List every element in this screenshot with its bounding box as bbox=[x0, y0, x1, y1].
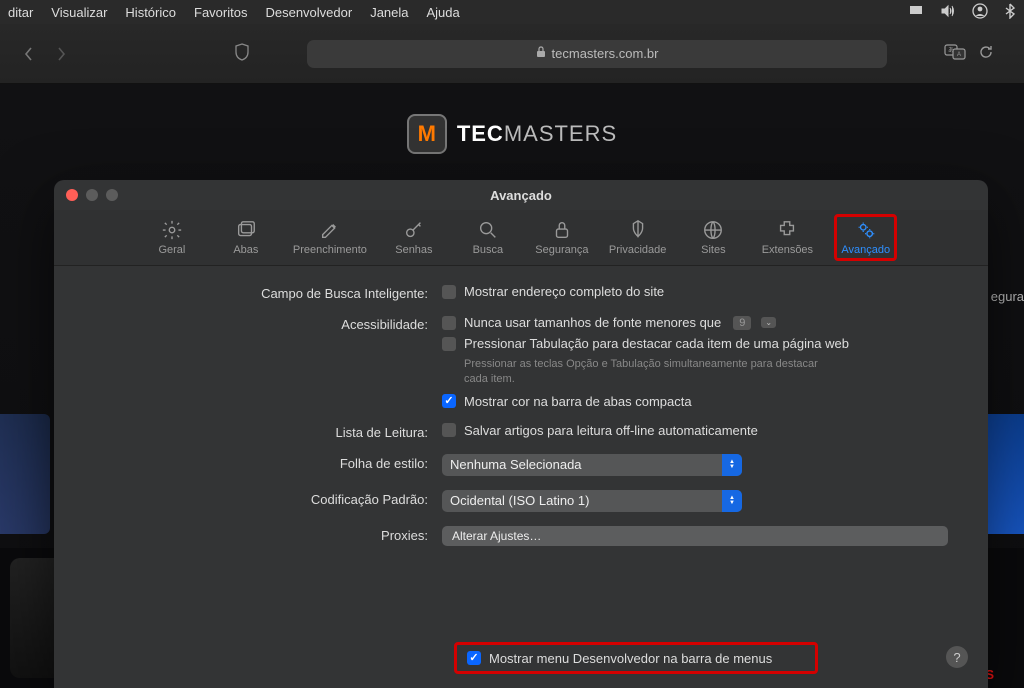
tab-sites[interactable]: Sites bbox=[686, 219, 740, 256]
window-traffic-lights bbox=[66, 189, 118, 201]
label-reading-list: Lista de Leitura: bbox=[94, 423, 428, 440]
url-bar[interactable]: tecmasters.com.br bbox=[307, 40, 887, 68]
proxies-settings-button[interactable]: Alterar Ajustes… bbox=[442, 526, 948, 546]
min-font-stepper[interactable]: ⌄ bbox=[761, 317, 776, 328]
translate-icon[interactable]: あA bbox=[944, 44, 966, 63]
bluetooth-icon[interactable] bbox=[1004, 3, 1016, 22]
menubar-status-area bbox=[908, 3, 1016, 22]
svg-text:A: A bbox=[957, 52, 961, 58]
volume-icon[interactable] bbox=[940, 4, 956, 21]
checkbox-dev-menu[interactable]: Mostrar menu Desenvolvedor na barra de m… bbox=[467, 651, 772, 666]
menu-item-desenvolvedor[interactable]: Desenvolvedor bbox=[265, 5, 352, 20]
encoding-select[interactable]: Ocidental (ISO Latino 1) ▲▼ bbox=[442, 490, 742, 512]
site-brand: TECMASTERS bbox=[457, 121, 617, 147]
checkbox-tabbar-color[interactable]: Mostrar cor na barra de abas compacta bbox=[442, 394, 948, 409]
label-encoding: Codificação Padrão: bbox=[94, 490, 428, 507]
row-reading-list: Lista de Leitura: Salvar artigos para le… bbox=[94, 423, 948, 440]
pref-toolbar: Geral Abas Preenchimento Senhas Busca Se… bbox=[54, 210, 988, 266]
tab-privacidade[interactable]: Privacidade bbox=[609, 219, 666, 256]
tab-busca[interactable]: Busca bbox=[461, 219, 515, 256]
tab-highlight-hint: Pressionar as teclas Opção e Tabulação s… bbox=[464, 357, 824, 388]
checkbox-show-full-url[interactable]: Mostrar endereço completo do site bbox=[442, 284, 948, 299]
row-stylesheet: Folha de estilo: Nenhuma Selecionada ▲▼ bbox=[94, 454, 948, 476]
menu-item-favoritos[interactable]: Favoritos bbox=[194, 5, 247, 20]
display-icon[interactable] bbox=[908, 4, 924, 21]
row-accessibility: Acessibilidade: Nunca usar tamanhos de f… bbox=[94, 315, 948, 409]
site-header: M TECMASTERS bbox=[0, 84, 1024, 184]
preferences-window: Avançado Geral Abas Preenchimento Senhas… bbox=[54, 180, 988, 688]
label-accessibility: Acessibilidade: bbox=[94, 315, 428, 332]
pref-body: Campo de Busca Inteligente: Mostrar ende… bbox=[54, 266, 988, 580]
pref-titlebar[interactable]: Avançado bbox=[54, 180, 988, 210]
min-font-value: 9 bbox=[733, 316, 751, 330]
row-proxies: Proxies: Alterar Ajustes… bbox=[94, 526, 948, 546]
checkbox-icon bbox=[442, 394, 456, 408]
site-logo: M bbox=[407, 114, 447, 154]
menu-item-janela[interactable]: Janela bbox=[370, 5, 408, 20]
reload-icon[interactable] bbox=[978, 44, 994, 63]
menu-item-historico[interactable]: Histórico bbox=[125, 5, 176, 20]
tab-seguranca[interactable]: Segurança bbox=[535, 219, 589, 256]
select-arrows-icon: ▲▼ bbox=[722, 454, 742, 476]
checkbox-icon bbox=[442, 337, 456, 351]
window-close-button[interactable] bbox=[66, 189, 78, 201]
tab-general[interactable]: Geral bbox=[145, 219, 199, 256]
row-smart-search: Campo de Busca Inteligente: Mostrar ende… bbox=[94, 284, 948, 301]
label-stylesheet: Folha de estilo: bbox=[94, 454, 428, 471]
url-text: tecmasters.com.br bbox=[552, 46, 659, 61]
pref-window-title: Avançado bbox=[490, 188, 552, 203]
lock-icon bbox=[536, 46, 546, 61]
carousel-thumb-left[interactable] bbox=[0, 414, 50, 534]
partial-nav-text: egura bbox=[991, 289, 1024, 304]
user-icon[interactable] bbox=[972, 3, 988, 22]
checkbox-icon bbox=[442, 423, 456, 437]
select-arrows-icon: ▲▼ bbox=[722, 490, 742, 512]
label-smart-search: Campo de Busca Inteligente: bbox=[94, 284, 428, 301]
svg-text:あ: あ bbox=[948, 47, 954, 54]
privacy-shield-icon[interactable] bbox=[234, 43, 250, 64]
checkbox-offline-reading[interactable]: Salvar artigos para leitura off-line aut… bbox=[442, 423, 948, 438]
window-zoom-button[interactable] bbox=[106, 189, 118, 201]
checkbox-icon bbox=[442, 316, 456, 330]
help-button[interactable]: ? bbox=[946, 646, 968, 668]
checkbox-min-font[interactable]: Nunca usar tamanhos de fonte menores que… bbox=[442, 315, 948, 330]
checkbox-icon bbox=[442, 285, 456, 299]
menu-item-ajuda[interactable]: Ajuda bbox=[427, 5, 460, 20]
menu-item-editar[interactable]: ditar bbox=[8, 5, 33, 20]
stylesheet-select[interactable]: Nenhuma Selecionada ▲▼ bbox=[442, 454, 742, 476]
menu-item-visualizar[interactable]: Visualizar bbox=[51, 5, 107, 20]
macos-menubar: ditar Visualizar Histórico Favoritos Des… bbox=[0, 0, 1024, 24]
tab-avancado[interactable]: Avançado bbox=[834, 214, 897, 261]
tab-abas[interactable]: Abas bbox=[219, 219, 273, 256]
row-encoding: Codificação Padrão: Ocidental (ISO Latin… bbox=[94, 490, 948, 512]
urlbar-actions: あA bbox=[944, 44, 994, 63]
nav-forward-button[interactable] bbox=[52, 42, 70, 66]
tab-senhas[interactable]: Senhas bbox=[387, 219, 441, 256]
nav-back-button[interactable] bbox=[20, 42, 38, 66]
tab-preenchimento[interactable]: Preenchimento bbox=[293, 219, 367, 256]
browser-toolbar: tecmasters.com.br あA bbox=[0, 24, 1024, 84]
tab-extensoes[interactable]: Extensões bbox=[760, 219, 814, 256]
label-proxies: Proxies: bbox=[94, 526, 428, 543]
checkbox-icon bbox=[467, 651, 481, 665]
window-minimize-button[interactable] bbox=[86, 189, 98, 201]
checkbox-tab-highlight[interactable]: Pressionar Tabulação para destacar cada … bbox=[442, 336, 948, 351]
dev-menu-highlight: Mostrar menu Desenvolvedor na barra de m… bbox=[454, 642, 818, 674]
